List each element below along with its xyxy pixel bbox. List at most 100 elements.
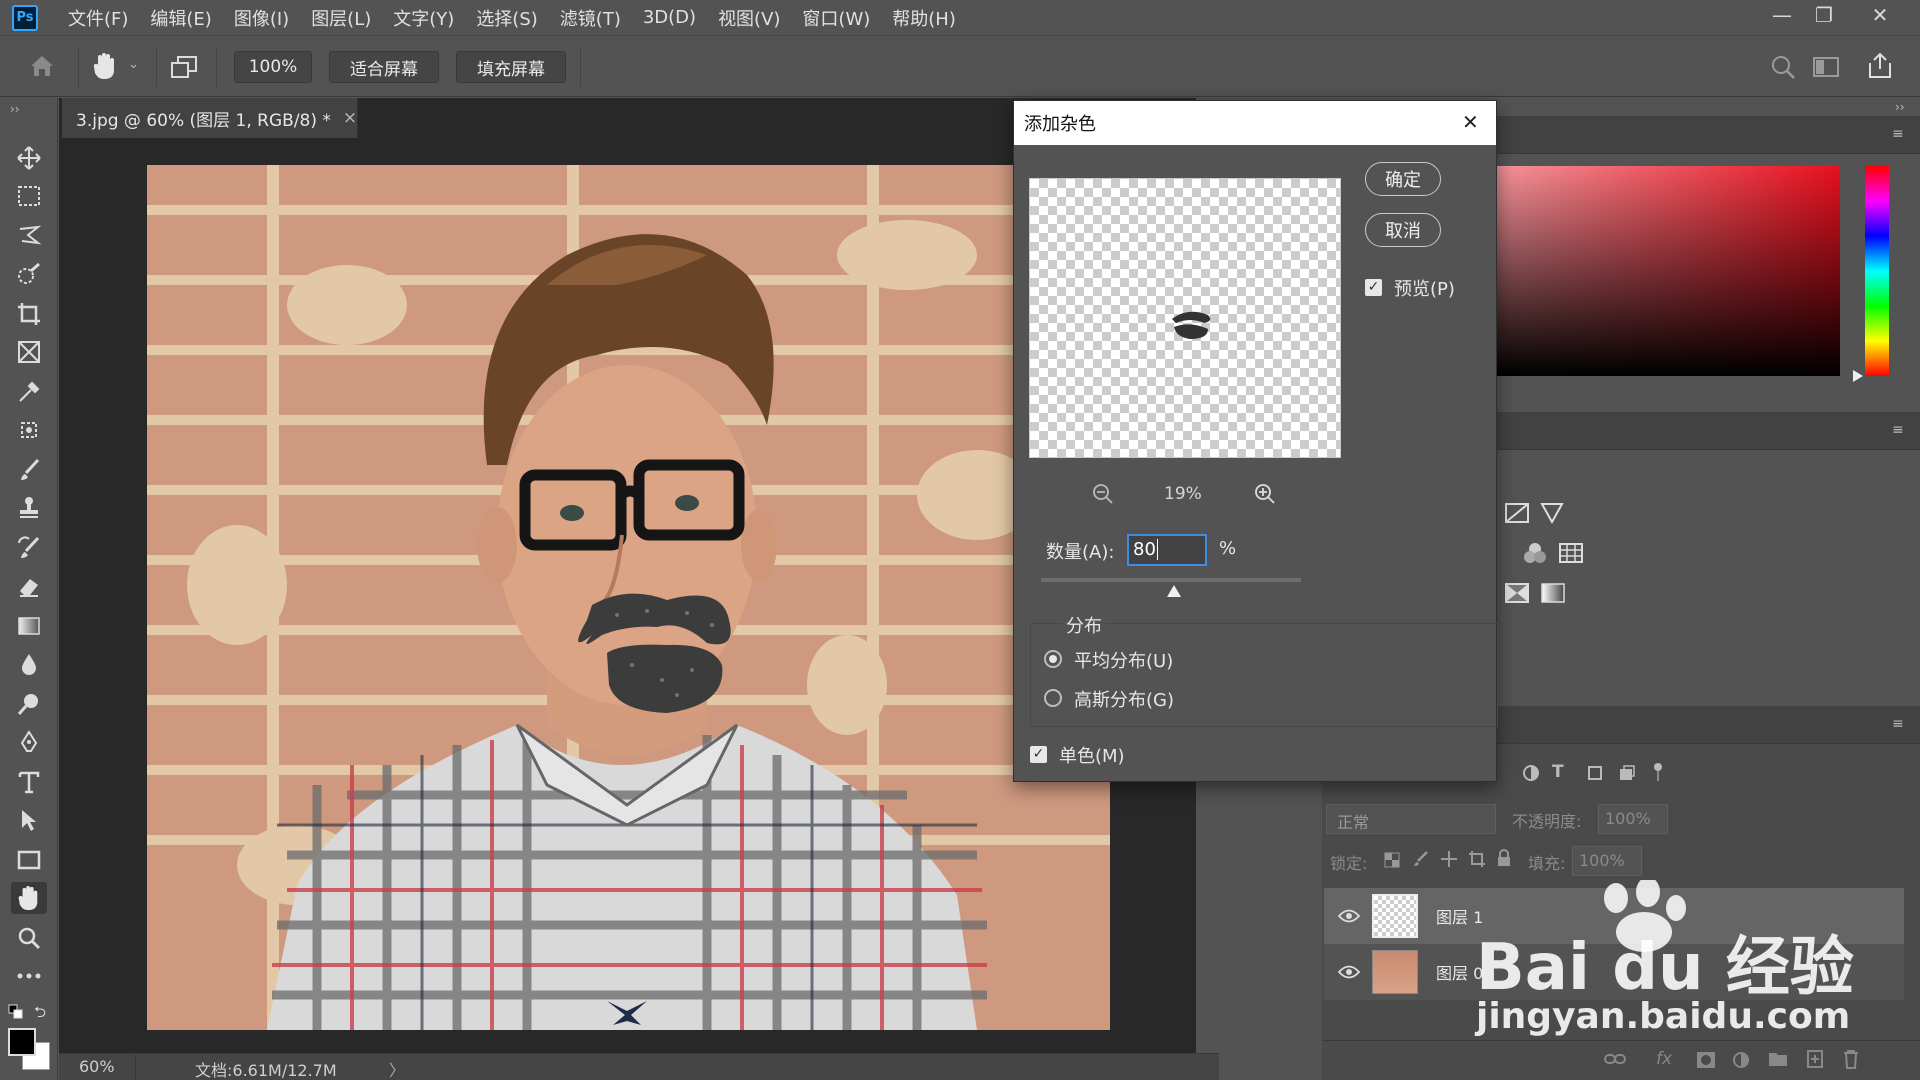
share-icon[interactable] <box>1866 51 1894 86</box>
gradient-tool-icon[interactable] <box>11 610 47 642</box>
marquee-tool-icon[interactable] <box>11 180 47 212</box>
frame-tool-icon[interactable] <box>11 336 47 368</box>
opacity-input[interactable]: 100% <box>1598 804 1668 834</box>
move-tool-icon[interactable] <box>11 142 47 174</box>
layer-thumbnail <box>1372 950 1418 994</box>
dialog-close-icon[interactable]: ✕ <box>1462 110 1479 134</box>
filter-toggle-icon[interactable] <box>1652 762 1664 787</box>
eye-icon[interactable] <box>1337 908 1361 923</box>
cancel-button[interactable]: 取消 <box>1365 213 1441 247</box>
watermark-brand: Bai du 经验 <box>1476 931 1854 1005</box>
scroll-all-windows-icon[interactable] <box>170 54 198 85</box>
filter-preview[interactable] <box>1029 178 1341 458</box>
menu-help[interactable]: 帮助(H) <box>892 5 956 31</box>
uniform-radio[interactable] <box>1044 650 1062 668</box>
monochrome-checkbox[interactable]: ✓ <box>1030 746 1047 763</box>
status-menu-arrow[interactable]: 〉 <box>389 1057 405 1080</box>
preview-checkbox[interactable]: ✓ <box>1365 279 1382 296</box>
foreground-color-swatch[interactable] <box>8 1028 36 1056</box>
zoom-100-button[interactable]: 100% <box>234 51 312 83</box>
pen-tool-icon[interactable] <box>11 726 47 758</box>
history-brush-tool-icon[interactable] <box>11 532 47 564</box>
tab-close-icon[interactable]: × <box>343 108 357 128</box>
amount-slider-handle[interactable] <box>1166 585 1181 597</box>
fill-screen-button[interactable]: 填充屏幕 <box>456 51 566 83</box>
lock-position-icon[interactable] <box>1440 850 1458 873</box>
dodge-tool-icon[interactable] <box>11 688 47 720</box>
stamp-tool-icon[interactable] <box>11 492 47 524</box>
invert-icon[interactable] <box>1504 582 1530 609</box>
fill-input[interactable]: 100% <box>1572 846 1642 876</box>
menu-filter[interactable]: 滤镜(T) <box>560 5 621 31</box>
menu-file[interactable]: 文件(F) <box>68 5 128 31</box>
close-window-button[interactable]: ✕ <box>1852 0 1908 30</box>
status-zoom[interactable]: 60% <box>79 1057 115 1076</box>
hue-slider[interactable] <box>1865 166 1889 376</box>
blend-mode-select[interactable]: 正常 <box>1326 804 1496 834</box>
channel-mixer-icon[interactable] <box>1522 542 1548 569</box>
filter-smart-object-icon[interactable] <box>1618 764 1636 787</box>
zoom-in-icon[interactable] <box>1254 483 1276 510</box>
document-tab[interactable]: 3.jpg @ 60% (图层 1, RGB/8) * × <box>62 98 358 138</box>
lock-pixels-icon[interactable] <box>1412 850 1430 873</box>
exposure-adjustment-icon[interactable] <box>1504 502 1530 529</box>
filter-type-icon[interactable]: T <box>1552 762 1564 782</box>
more-tools-icon[interactable] <box>11 960 47 992</box>
eraser-tool-icon[interactable] <box>11 570 47 602</box>
document-tab-title: 3.jpg @ 60% (图层 1, RGB/8) * <box>76 110 331 131</box>
zoom-tool-icon[interactable] <box>11 922 47 954</box>
menu-layer[interactable]: 图层(L) <box>311 5 371 31</box>
spot-healing-tool-icon[interactable] <box>11 414 47 446</box>
eye-icon[interactable] <box>1337 964 1361 979</box>
path-select-tool-icon[interactable] <box>11 804 47 836</box>
ok-button[interactable]: 确定 <box>1365 162 1441 196</box>
eyedropper-tool-icon[interactable] <box>11 376 47 408</box>
fit-screen-button[interactable]: 适合屏幕 <box>329 51 439 83</box>
amount-input[interactable]: 80 <box>1127 534 1207 566</box>
home-icon[interactable] <box>28 53 56 84</box>
lock-all-icon[interactable] <box>1496 848 1512 873</box>
swap-colors-icon[interactable]: ⮌ <box>34 1002 46 1027</box>
menu-view[interactable]: 视图(V) <box>718 5 780 31</box>
restore-button[interactable]: ❐ <box>1796 0 1852 30</box>
gaussian-radio[interactable] <box>1044 689 1062 707</box>
tools-panel: ›› ⮌ <box>0 98 58 1080</box>
rectangle-tool-icon[interactable] <box>11 844 47 876</box>
chevron-down-icon[interactable]: ⌄ <box>128 57 139 72</box>
gradient-fill-icon[interactable] <box>1540 582 1566 609</box>
zoom-out-icon[interactable] <box>1092 483 1114 510</box>
lasso-tool-icon[interactable] <box>11 220 47 252</box>
menu-edit[interactable]: 编辑(E) <box>150 5 211 31</box>
hand-tool-sidebar-icon[interactable] <box>11 882 47 914</box>
default-colors-icon[interactable] <box>8 1004 24 1025</box>
hand-tool-icon[interactable] <box>92 51 118 86</box>
panel-menu-icon-3[interactable]: ≡ <box>1892 716 1904 732</box>
menu-select[interactable]: 选择(S) <box>476 5 537 31</box>
menu-type[interactable]: 文字(Y) <box>393 5 454 31</box>
filter-adjustment-icon[interactable] <box>1522 764 1540 787</box>
preview-zoom-level: 19% <box>1164 484 1202 504</box>
crop-tool-icon[interactable] <box>11 298 47 330</box>
menu-image[interactable]: 图像(I) <box>234 5 289 31</box>
gradient-map-triangle-icon[interactable] <box>1540 502 1564 529</box>
hue-slider-handle[interactable] <box>1853 370 1863 382</box>
workspace-icon[interactable] <box>1812 55 1840 84</box>
type-tool-icon[interactable] <box>11 766 47 798</box>
panel-menu-icon[interactable]: ≡ <box>1892 126 1904 142</box>
collapse-arrows-icon[interactable]: ›› <box>10 102 20 116</box>
menu-3d[interactable]: 3D(D) <box>643 7 696 28</box>
menu-window[interactable]: 窗口(W) <box>802 5 870 31</box>
panel-menu-icon-2[interactable]: ≡ <box>1892 422 1904 438</box>
quick-select-tool-icon[interactable] <box>11 258 47 290</box>
lock-artboard-icon[interactable] <box>1468 850 1486 873</box>
panel-collapse-icon[interactable]: ›› <box>1895 100 1905 114</box>
search-icon[interactable] <box>1770 54 1796 85</box>
filter-shape-icon[interactable] <box>1586 764 1604 787</box>
brush-tool-icon[interactable] <box>11 454 47 486</box>
photo-canvas[interactable] <box>147 165 1110 1030</box>
color-lookup-grid-icon[interactable] <box>1558 542 1584 569</box>
blur-tool-icon[interactable] <box>11 648 47 680</box>
lock-transparent-icon[interactable] <box>1384 852 1400 873</box>
uniform-label: 平均分布(U) <box>1074 651 1174 672</box>
amount-slider-track[interactable] <box>1041 578 1301 582</box>
